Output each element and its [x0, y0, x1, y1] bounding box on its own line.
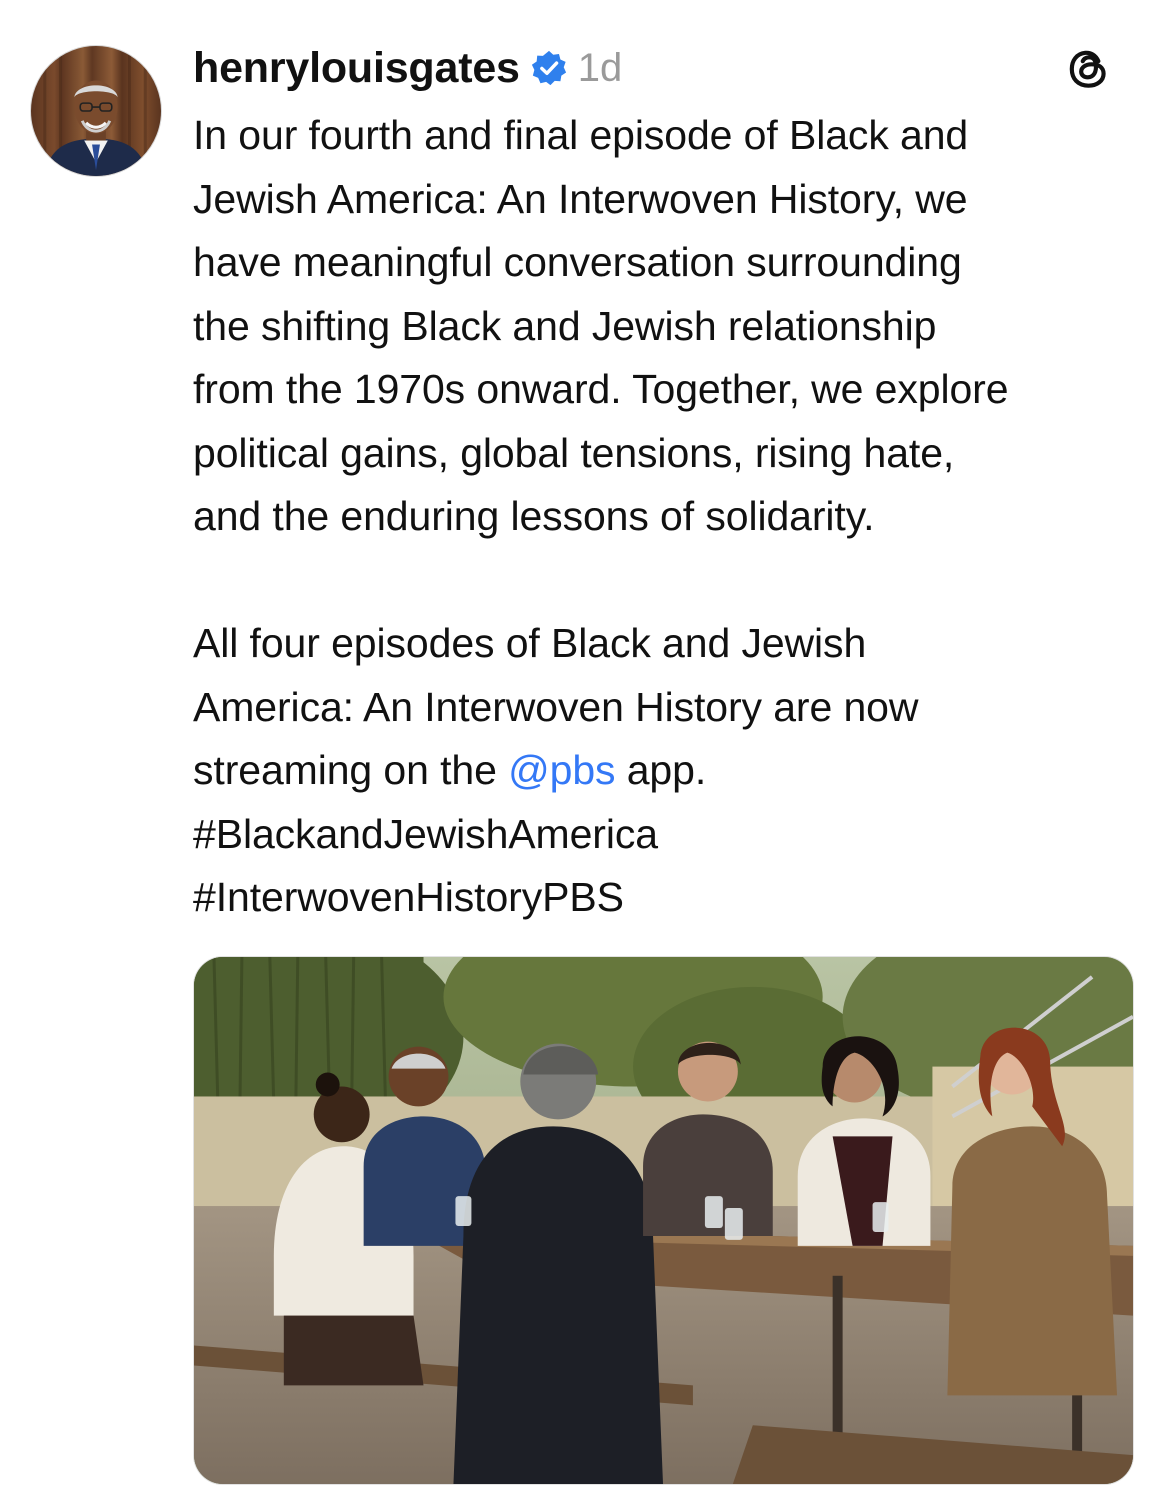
post-header: henrylouisgates 1d: [193, 40, 1128, 96]
text-segment: streaming on the: [193, 747, 509, 793]
post-text: In our fourth and final episode of Black…: [193, 104, 1138, 930]
mention-link-pbs[interactable]: @pbs: [508, 747, 615, 793]
avatar-portrait: [43, 46, 148, 176]
post-text-line: have meaningful conversation surrounding: [193, 239, 962, 285]
threads-icon[interactable]: [1064, 44, 1114, 94]
post-text-line: Jewish America: An Interwoven History, w…: [193, 175, 968, 222]
text-segment: app.: [615, 747, 707, 793]
post-text-line: All four episodes of Black and Jewish: [193, 620, 867, 666]
post-text-line: political gains, global tensions, rising…: [193, 429, 955, 476]
post-text-line: and the enduring lessons of solidarity.: [193, 493, 875, 539]
post-text-line: streaming on the @pbs app.: [193, 739, 1138, 803]
post-text-line: the shifting Black and Jewish relationsh…: [193, 302, 937, 349]
hashtag-link[interactable]: #InterwovenHistoryPBS: [193, 866, 1138, 930]
hashtag-link[interactable]: #BlackandJewishAmerica: [193, 803, 1138, 867]
verified-badge-icon: [530, 49, 568, 87]
post-text-line: from the 1970s onward. Together, we expl…: [193, 366, 1009, 412]
post-text-line: America: An Interwoven History are now: [193, 683, 919, 730]
post-text-line: In our fourth and final episode of Black…: [193, 112, 969, 158]
post-timestamp: 1d: [577, 45, 623, 90]
avatar[interactable]: [30, 45, 162, 177]
post-image[interactable]: [193, 956, 1134, 1485]
photo-illustration: [194, 957, 1133, 1484]
username[interactable]: henrylouisgates: [193, 44, 520, 93]
